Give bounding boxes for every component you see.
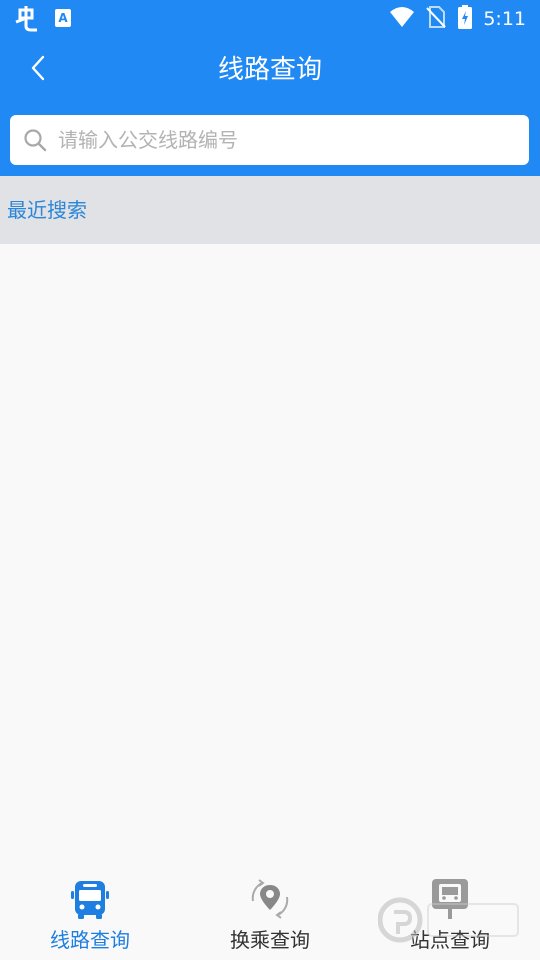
bus-stop-icon <box>426 876 474 922</box>
nav-label: 线路查询 <box>50 928 130 952</box>
nav-label: 站点查询 <box>410 928 490 952</box>
status-right-icons: 5:11 <box>389 4 526 34</box>
nav-item-stop-search[interactable]: 站点查询 <box>360 874 540 960</box>
status-time: 5:11 <box>483 8 526 30</box>
nav-label: 换乘查询 <box>230 928 310 952</box>
recent-search-list <box>0 244 540 874</box>
status-left-icons: A <box>14 4 72 36</box>
title-bar: 线路查询 <box>0 38 540 102</box>
wifi-icon <box>389 6 415 32</box>
nav-item-transfer-search[interactable]: 换乘查询 <box>180 874 360 960</box>
app-screen: A 5:11 线路查询 请输入公交线路编号 最近搜索 线路查询 换乘查询 站点查… <box>0 0 540 960</box>
battery-charging-icon <box>457 4 473 34</box>
svg-text:A: A <box>58 11 68 25</box>
font-a-icon: A <box>54 8 72 32</box>
header: A 5:11 线路查询 请输入公交线路编号 <box>0 0 540 176</box>
bus-icon <box>66 876 114 922</box>
back-button[interactable] <box>18 50 58 90</box>
status-bar: A 5:11 <box>0 0 540 38</box>
chevron-left-icon <box>29 54 47 86</box>
search-input[interactable] <box>58 120 498 160</box>
search-box[interactable] <box>10 115 529 165</box>
recent-search-label: 最近搜索 <box>7 198 87 222</box>
search-icon <box>22 127 48 153</box>
transfer-location-icon <box>246 876 294 922</box>
bug-app-icon <box>14 4 42 36</box>
bottom-nav: 线路查询 换乘查询 站点查询 <box>0 874 540 960</box>
page-title: 线路查询 <box>217 55 322 85</box>
nav-item-route-search[interactable]: 线路查询 <box>0 874 180 960</box>
recent-search-section: 最近搜索 <box>0 176 540 244</box>
no-sim-icon <box>425 5 447 33</box>
